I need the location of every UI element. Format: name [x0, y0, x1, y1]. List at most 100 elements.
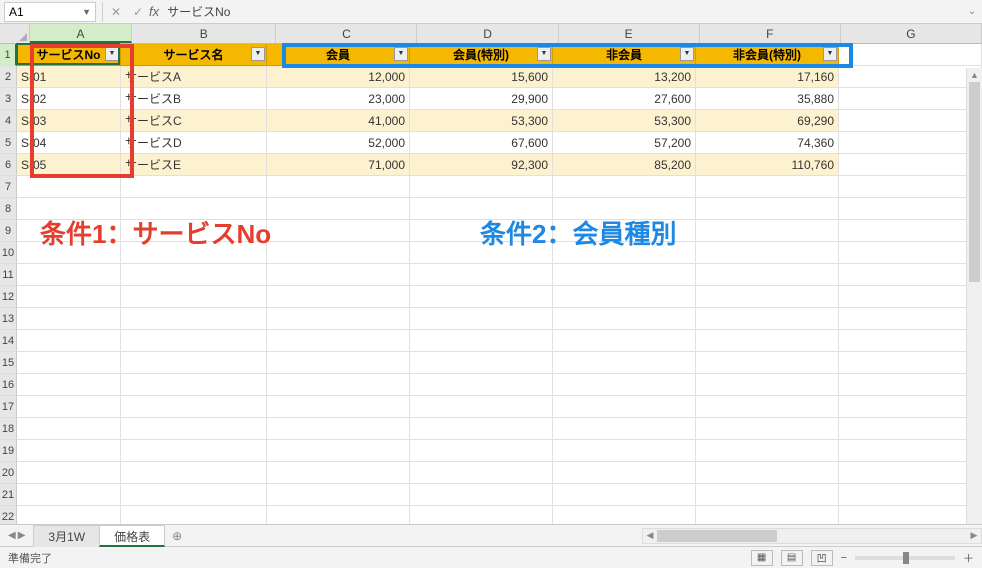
col-header-G[interactable]: G — [841, 24, 982, 43]
cell[interactable]: 15,600 — [410, 66, 553, 88]
cell[interactable]: サービスE — [121, 154, 267, 176]
row-header-20[interactable]: 20 — [0, 462, 17, 484]
scrollbar-thumb[interactable] — [969, 82, 980, 282]
cell[interactable]: 53,300 — [553, 110, 696, 132]
cell[interactable]: 67,600 — [410, 132, 553, 154]
row-header-12[interactable]: 12 — [0, 286, 17, 308]
row-header-14[interactable]: 14 — [0, 330, 17, 352]
vertical-scrollbar[interactable]: ▲ ▼ — [966, 68, 982, 524]
scroll-right-icon[interactable]: ▶ — [967, 530, 981, 541]
row-header-19[interactable]: 19 — [0, 440, 17, 462]
cell[interactable]: サービスB — [121, 88, 267, 110]
sheet-tab-price[interactable]: 価格表 — [99, 525, 165, 547]
col-header-F[interactable]: F — [700, 24, 841, 43]
zoom-slider-knob[interactable] — [903, 552, 909, 564]
cell[interactable]: 13,200 — [553, 66, 696, 88]
header-cell-member[interactable]: 会員 ▼ — [267, 44, 410, 66]
cell[interactable] — [839, 66, 982, 88]
cell[interactable]: 52,000 — [267, 132, 410, 154]
cell[interactable]: 12,000 — [267, 66, 410, 88]
row-header-16[interactable]: 16 — [0, 374, 17, 396]
header-cell-nonmember-special[interactable]: 非会員(特別) ▼ — [696, 44, 839, 66]
cell[interactable]: 69,290 — [696, 110, 839, 132]
header-cell-serviceNo[interactable]: サービスNo ▼ — [17, 44, 121, 66]
row-header-5[interactable]: 5 — [0, 132, 17, 154]
cell[interactable]: 57,200 — [553, 132, 696, 154]
expand-formula-icon[interactable]: ⌄ — [962, 6, 982, 17]
scrollbar-thumb[interactable] — [657, 530, 777, 542]
cell[interactable]: S-02 — [17, 88, 121, 110]
horizontal-scrollbar[interactable]: ◀ ▶ — [642, 528, 982, 544]
row-header-17[interactable]: 17 — [0, 396, 17, 418]
name-box[interactable]: A1 ▼ — [4, 2, 96, 22]
chevron-down-icon[interactable]: ▼ — [82, 7, 91, 17]
cell[interactable]: 17,160 — [696, 66, 839, 88]
row-header-9[interactable]: 9 — [0, 220, 17, 242]
accept-formula-button[interactable]: ✓ — [127, 2, 149, 22]
row-header-7[interactable]: 7 — [0, 176, 17, 198]
cell[interactable]: 110,760 — [696, 154, 839, 176]
row-header-15[interactable]: 15 — [0, 352, 17, 374]
scroll-left-icon[interactable]: ◀ — [643, 530, 657, 541]
select-all-button[interactable] — [0, 24, 30, 43]
header-cell-nonmember[interactable]: 非会員 ▼ — [553, 44, 696, 66]
cell[interactable] — [839, 132, 982, 154]
cell[interactable]: サービスD — [121, 132, 267, 154]
cell[interactable]: 23,000 — [267, 88, 410, 110]
view-pagelayout-button[interactable]: ▤ — [781, 550, 803, 566]
sheet-tab-3m1w[interactable]: 3月1W — [33, 525, 100, 547]
row-header-10[interactable]: 10 — [0, 242, 17, 264]
cell-grid[interactable]: サービスNo ▼ サービス名 ▼ 会員 ▼ 会員(特別) ▼ 非会員 ▼ — [17, 44, 982, 524]
col-header-B[interactable]: B — [132, 24, 276, 43]
row-header-11[interactable]: 11 — [0, 264, 17, 286]
cancel-formula-button[interactable]: ✕ — [105, 2, 127, 22]
cell[interactable]: 41,000 — [267, 110, 410, 132]
cell[interactable] — [839, 154, 982, 176]
formula-input[interactable]: サービスNo — [167, 3, 230, 20]
col-header-D[interactable]: D — [417, 24, 558, 43]
zoom-in-button[interactable]: ＋ — [963, 550, 974, 566]
tab-next-icon[interactable]: ▶ — [18, 530, 26, 541]
cell[interactable]: 53,300 — [410, 110, 553, 132]
filter-button[interactable]: ▼ — [394, 47, 408, 61]
add-sheet-button[interactable]: ⊕ — [164, 529, 190, 543]
row-header-8[interactable]: 8 — [0, 198, 17, 220]
cell[interactable]: 35,880 — [696, 88, 839, 110]
filter-button[interactable]: ▼ — [251, 47, 265, 61]
filter-button[interactable]: ▼ — [823, 47, 837, 61]
row-header-22[interactable]: 22 — [0, 506, 17, 524]
cell[interactable]: 29,900 — [410, 88, 553, 110]
cell[interactable]: 92,300 — [410, 154, 553, 176]
row-header-2[interactable]: 2 — [0, 66, 17, 88]
col-header-A[interactable]: A — [30, 24, 133, 43]
zoom-out-button[interactable]: − — [841, 552, 847, 564]
col-header-E[interactable]: E — [559, 24, 700, 43]
cell[interactable]: 74,360 — [696, 132, 839, 154]
header-cell-serviceName[interactable]: サービス名 ▼ — [121, 44, 267, 66]
cell[interactable]: S-05 — [17, 154, 121, 176]
header-cell-member-special[interactable]: 会員(特別) ▼ — [410, 44, 553, 66]
row-header-3[interactable]: 3 — [0, 88, 17, 110]
row-header-13[interactable]: 13 — [0, 308, 17, 330]
cell[interactable]: サービスC — [121, 110, 267, 132]
cell[interactable] — [839, 44, 982, 66]
zoom-slider[interactable] — [855, 556, 955, 560]
cell[interactable]: 27,600 — [553, 88, 696, 110]
view-normal-button[interactable]: ▦ — [751, 550, 773, 566]
cell[interactable] — [839, 88, 982, 110]
filter-button[interactable]: ▼ — [105, 47, 119, 61]
filter-button[interactable]: ▼ — [680, 47, 694, 61]
tab-prev-icon[interactable]: ◀ — [8, 530, 16, 541]
cell[interactable]: サービスA — [121, 66, 267, 88]
row-header-4[interactable]: 4 — [0, 110, 17, 132]
row-header-18[interactable]: 18 — [0, 418, 17, 440]
scroll-up-icon[interactable]: ▲ — [967, 68, 982, 82]
cell[interactable] — [839, 110, 982, 132]
cell[interactable]: 85,200 — [553, 154, 696, 176]
filter-button[interactable]: ▼ — [537, 47, 551, 61]
cell[interactable]: S-03 — [17, 110, 121, 132]
row-header-1[interactable]: 1 — [0, 44, 17, 66]
cell[interactable]: 71,000 — [267, 154, 410, 176]
row-header-6[interactable]: 6 — [0, 154, 17, 176]
view-pagebreak-button[interactable]: 凹 — [811, 550, 833, 566]
